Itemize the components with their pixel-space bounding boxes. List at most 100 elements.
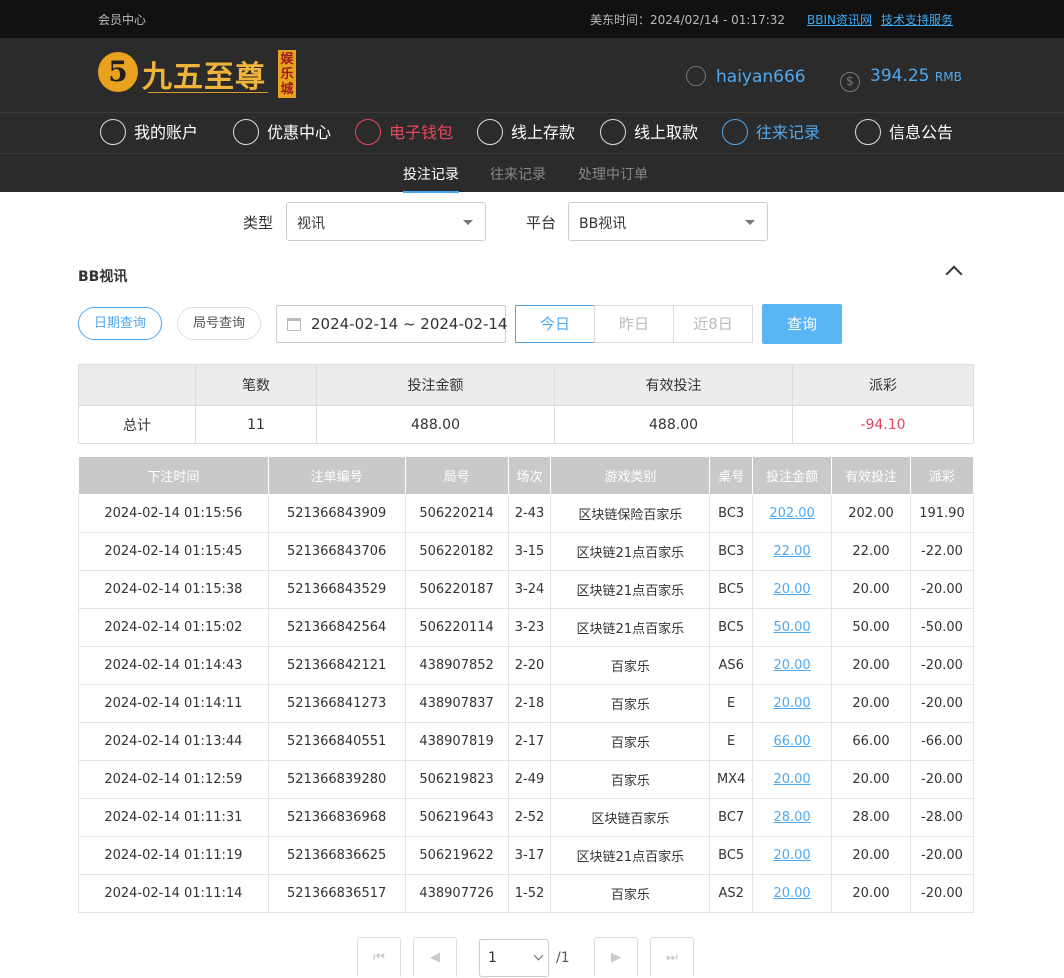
bet-amount-link[interactable]: 66.00 [773, 734, 810, 749]
table-cell: 202.00 [831, 494, 911, 533]
bet-amount-link[interactable]: 20.00 [773, 848, 810, 863]
server-time: 美东时间：2024/02/14 - 01:17:32 [590, 13, 786, 27]
table-cell: -20.00 [909, 570, 975, 609]
table-cell: AS2 [709, 874, 754, 913]
table-cell: -20.00 [909, 646, 975, 685]
tab-transactions[interactable]: 往来记录 [490, 164, 546, 184]
tech-support-link[interactable]: 技术支持服务 [881, 11, 953, 28]
user-icon [100, 119, 126, 145]
table-cell: 2-17 [507, 722, 552, 761]
date-range-input[interactable]: 2024-02-14 ~ 2024-02-14 [276, 305, 507, 343]
table-row: 2024-02-14 01:15:56 521366843909 506220214… [78, 494, 975, 533]
nav-label: 信息公告 [889, 123, 954, 142]
last-page-button[interactable]: ⏭ [650, 937, 694, 977]
table-cell: BC3 [709, 494, 754, 533]
table-cell: 区块链21点百家乐 [550, 570, 711, 609]
table-cell: 521366836625 [267, 836, 406, 875]
last-8-days-button[interactable]: 近8日 [673, 305, 753, 343]
table-cell: 2-49 [507, 760, 552, 799]
table-row: 2024-02-14 01:14:11 521366841273 438907837… [78, 684, 975, 723]
bet-amount-link[interactable]: 202.00 [769, 506, 815, 521]
column-header: 注单编号 [267, 456, 406, 495]
table-cell: AS6 [709, 646, 754, 685]
query-button[interactable]: 查询 [762, 304, 842, 344]
table-cell: 22.00 [831, 532, 911, 571]
table-cell: 20.00 [831, 836, 911, 875]
summary-cell: 488.00 [554, 405, 793, 444]
table-cell: BC7 [709, 798, 754, 837]
table-row: 2024-02-14 01:11:31 521366836968 506219643… [78, 798, 975, 837]
table-cell: 521366843909 [267, 494, 406, 533]
table-cell: 20.00 [752, 684, 833, 723]
table-cell: 2024-02-14 01:15:56 [78, 494, 269, 533]
table-cell: 3-17 [507, 836, 552, 875]
site-logo[interactable]: 5 九五至尊 娱乐城 [98, 48, 298, 100]
table-cell: 百家乐 [550, 760, 711, 799]
nav-promotions[interactable]: 优惠中心 [233, 119, 331, 145]
table-cell: 2024-02-14 01:15:45 [78, 532, 269, 571]
bet-amount-link[interactable]: 50.00 [773, 620, 810, 635]
collapse-icon[interactable] [945, 265, 963, 283]
user-info[interactable]: haiyan666 [686, 66, 806, 87]
nav-deposit[interactable]: 线上存款 [477, 119, 575, 145]
page-value: 1 [488, 950, 497, 966]
nav-my-account[interactable]: 我的账户 [100, 119, 198, 145]
table-cell: -20.00 [909, 760, 975, 799]
summary-header: 派彩 [792, 364, 974, 406]
table-cell: BC5 [709, 570, 754, 609]
bet-amount-link[interactable]: 20.00 [773, 658, 810, 673]
nav-withdraw[interactable]: 线上取款 [600, 119, 698, 145]
summary-header [78, 364, 196, 406]
balance-info[interactable]: $394.25 RMB [840, 66, 962, 92]
table-cell: -20.00 [909, 836, 975, 875]
nav-e-wallet[interactable]: 电子钱包 [355, 119, 453, 145]
table-cell: 20.00 [752, 760, 833, 799]
prev-page-button[interactable]: ◀ [413, 937, 457, 977]
tab-bet-records[interactable]: 投注记录 [403, 164, 459, 193]
section-title: BB视讯 [78, 269, 128, 285]
table-cell: 2-20 [507, 646, 552, 685]
yesterday-button[interactable]: 昨日 [594, 305, 674, 343]
bet-amount-link[interactable]: 20.00 [773, 582, 810, 597]
bbin-news-link[interactable]: BBIN资讯网 [807, 11, 872, 28]
bet-amount-link[interactable]: 20.00 [773, 696, 810, 711]
first-page-button[interactable]: ⏮ [357, 937, 401, 977]
table-row: 2024-02-14 01:11:14 521366836517 438907726… [78, 874, 975, 913]
column-header: 桌号 [709, 456, 754, 495]
table-cell: 2-52 [507, 798, 552, 837]
bet-amount-link[interactable]: 20.00 [773, 772, 810, 787]
column-header: 游戏类别 [550, 456, 711, 495]
table-cell: 3-23 [507, 608, 552, 647]
balance-amount: 394.25 [870, 66, 930, 86]
bet-amount-link[interactable]: 22.00 [773, 544, 810, 559]
table-row: 2024-02-14 01:12:59 521366839280 506219823… [78, 760, 975, 799]
tab-pending-orders[interactable]: 处理中订单 [578, 164, 648, 184]
nav-transactions[interactable]: 往来记录 [722, 119, 820, 145]
today-button[interactable]: 今日 [515, 305, 595, 343]
bet-amount-link[interactable]: 28.00 [773, 810, 810, 825]
page-select[interactable]: 1 [479, 939, 549, 977]
round-query-button[interactable]: 局号查询 [177, 307, 261, 340]
bet-amount-link[interactable]: 20.00 [773, 886, 810, 901]
table-cell: -28.00 [909, 798, 975, 837]
table-cell: 2024-02-14 01:11:14 [78, 874, 269, 913]
main-nav: 我的账户 优惠中心 电子钱包 线上存款 线上取款 往来记录 信息公告 [0, 112, 1064, 153]
date-query-button[interactable]: 日期查询 [78, 307, 162, 340]
dollar-icon: $ [840, 72, 860, 92]
nav-announcements[interactable]: 信息公告 [855, 119, 953, 145]
type-select[interactable]: 视讯 [286, 202, 486, 241]
next-page-button[interactable]: ▶ [594, 937, 638, 977]
chevron-down-icon [463, 220, 473, 225]
table-cell: 438907852 [404, 646, 509, 685]
table-cell: 506219643 [404, 798, 509, 837]
table-cell: 506220182 [404, 532, 509, 571]
chevron-down-icon [745, 220, 755, 225]
table-cell: 3-24 [507, 570, 552, 609]
platform-select[interactable]: BB视讯 [568, 202, 768, 241]
table-cell: 22.00 [752, 532, 833, 571]
sub-nav: 投注记录 往来记录 处理中订单 [0, 153, 1064, 193]
table-cell: 438907819 [404, 722, 509, 761]
summary-row: 总计 11 488.00 488.00 -94.10 [78, 405, 974, 444]
nav-label: 线上取款 [634, 123, 699, 142]
deposit-icon [477, 119, 503, 145]
